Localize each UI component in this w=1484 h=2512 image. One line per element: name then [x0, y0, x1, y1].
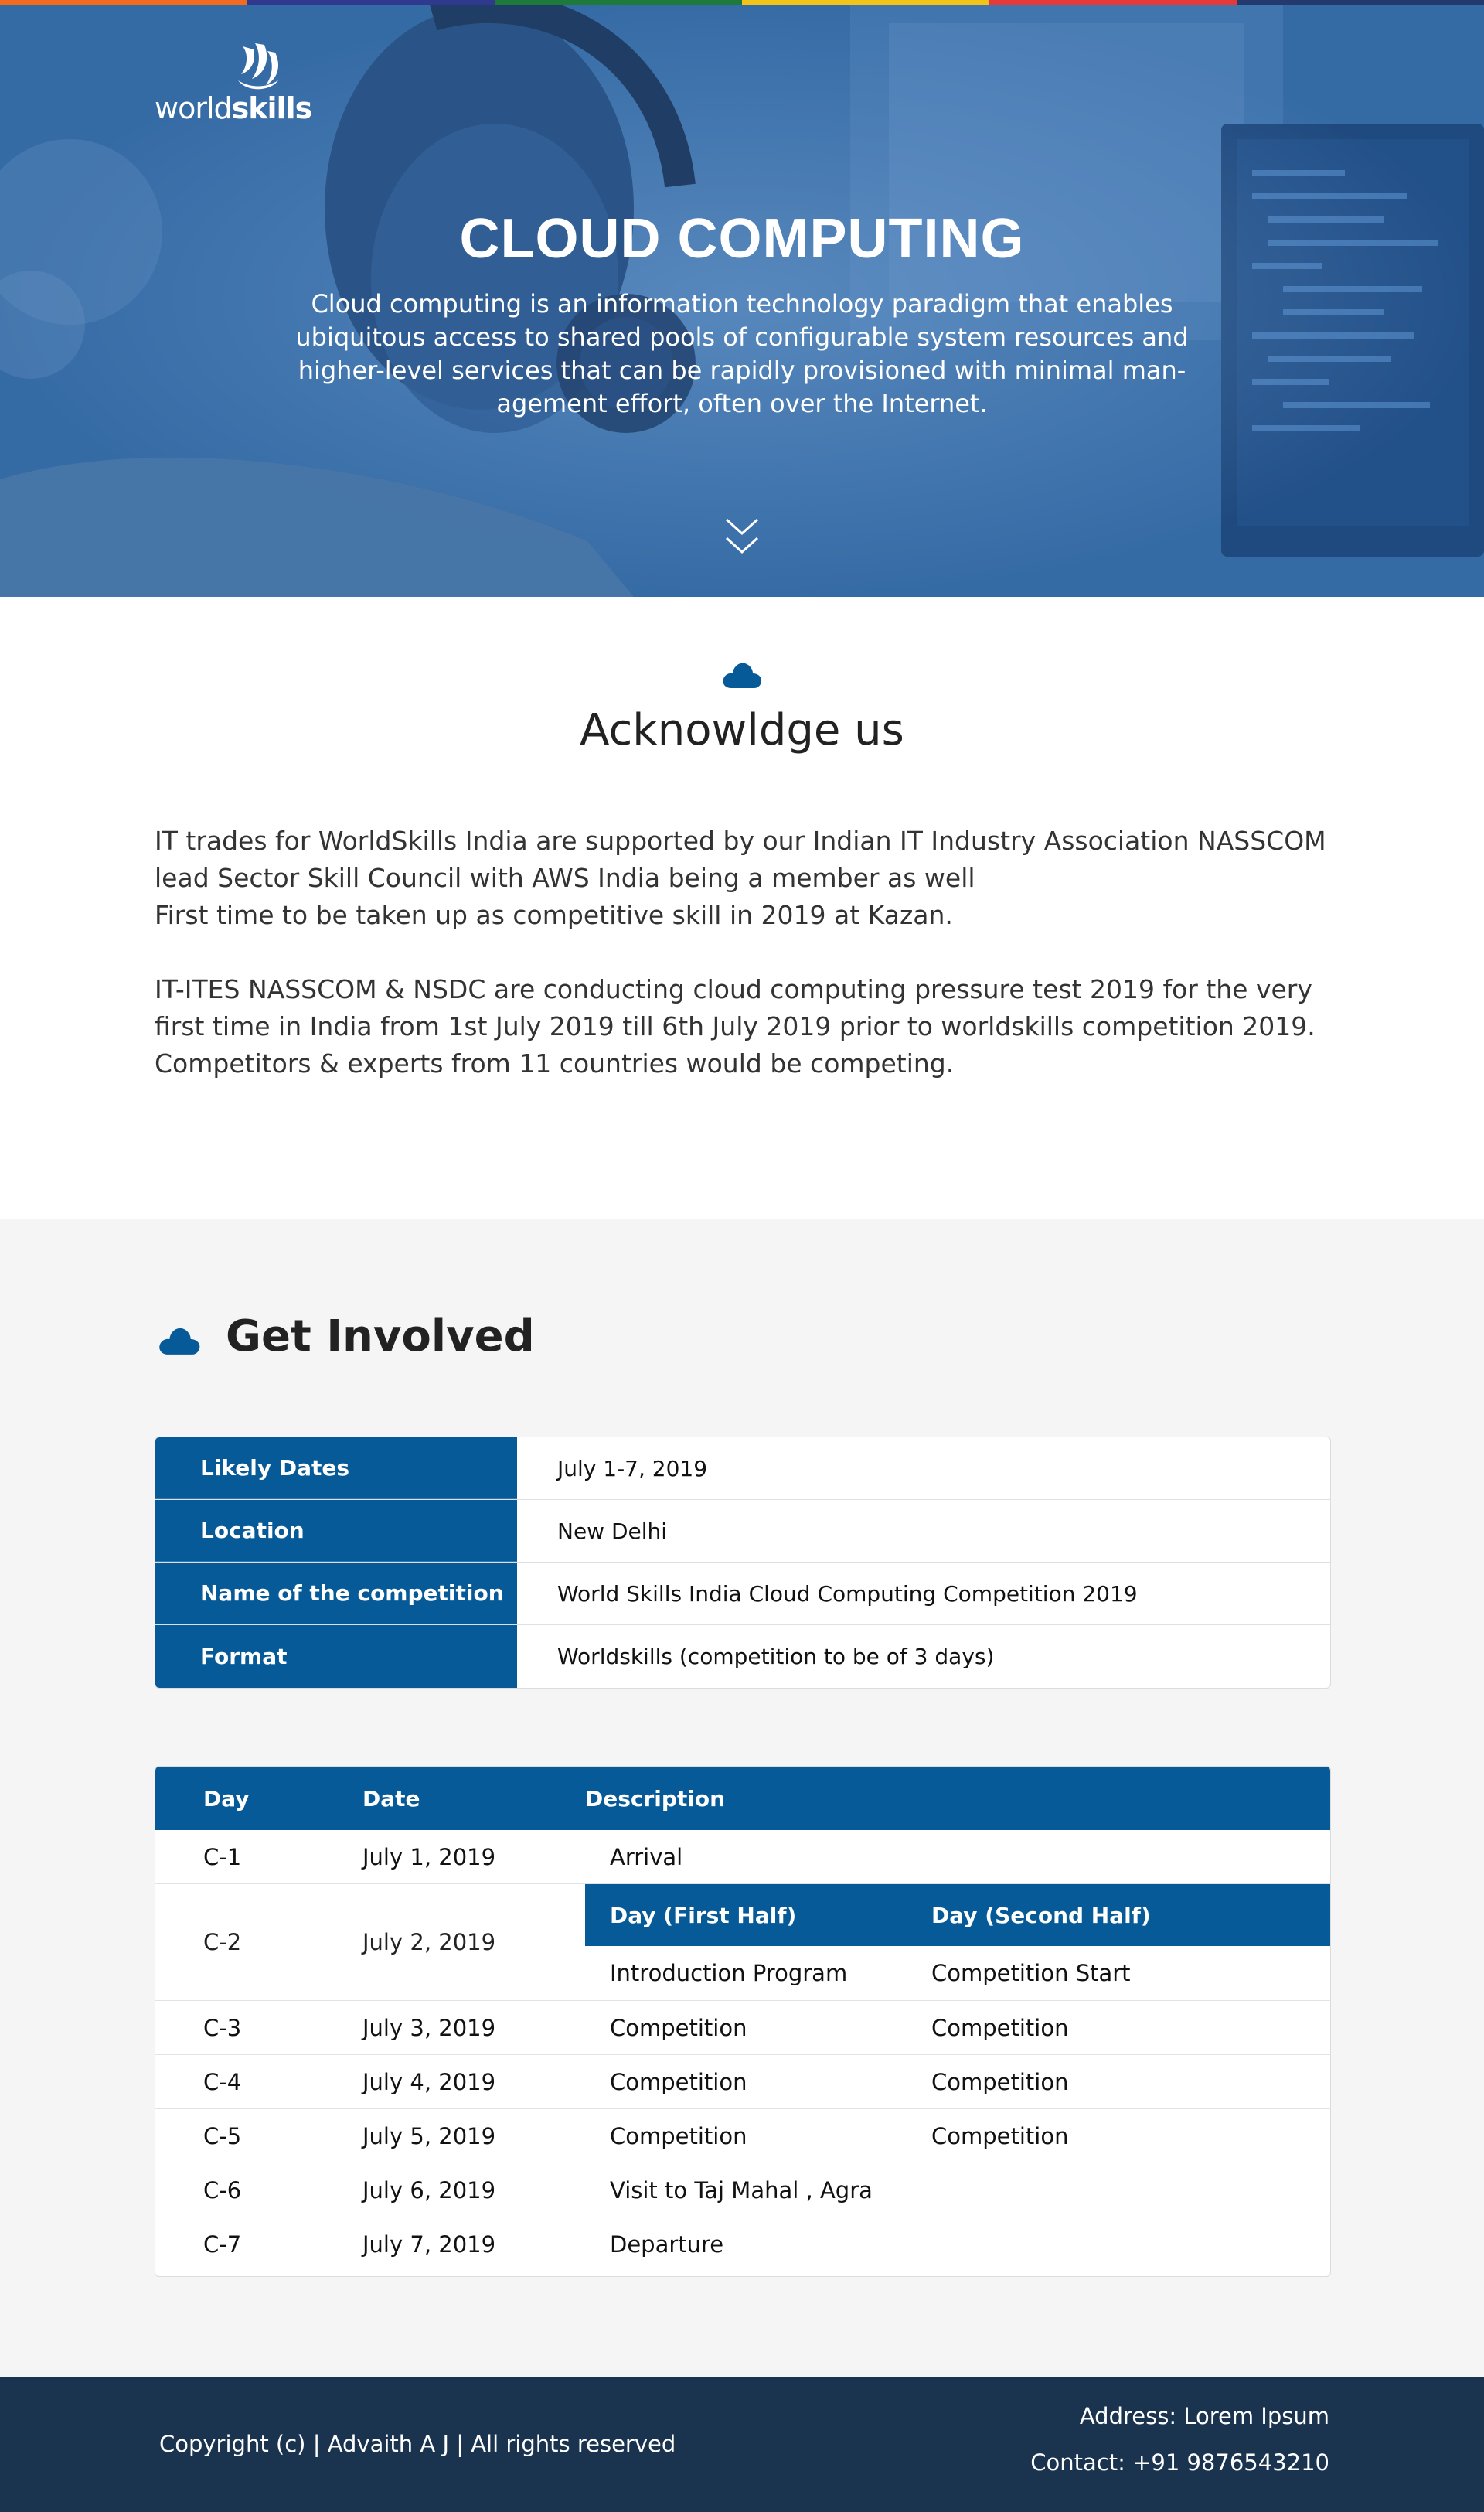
footer-copyright: Copyright (c) | Advaith A J | All rights…	[159, 2431, 676, 2457]
cell-day: C-4	[203, 2068, 242, 2095]
cell-day: C-3	[203, 2014, 242, 2041]
hero-description: Cloud computing is an information techno…	[294, 288, 1190, 421]
schedule-header: Day Date Description	[155, 1767, 1330, 1830]
table-row: Format Worldskills (competition to be of…	[155, 1625, 1330, 1688]
color-strip	[0, 0, 1484, 5]
column-header-date: Date	[362, 1785, 420, 1812]
double-chevron-down-icon[interactable]	[725, 516, 759, 558]
strip-red	[989, 0, 1237, 5]
footer-address: Address: Lorem Ipsum	[1079, 2403, 1329, 2429]
cell-date: July 6, 2019	[362, 2176, 496, 2204]
footer-contact: Contact: +91 9876543210	[1030, 2449, 1329, 2476]
cell-second-half: Competition	[931, 2068, 1069, 2095]
cell-date: July 2, 2019	[362, 1929, 496, 1955]
text-line: IT trades for WorldSkills India are supp…	[155, 826, 1326, 856]
cell-day: C-7	[203, 2231, 242, 2258]
info-value: Worldskills (competition to be of 3 days…	[557, 1644, 995, 1669]
info-key: Name of the competition	[155, 1563, 517, 1624]
cell-description: Visit to Taj Mahal , Agra	[610, 2176, 873, 2204]
cell-first-half: Competition	[610, 2068, 747, 2095]
cell-day: C-6	[203, 2176, 242, 2204]
column-header-day: Day	[203, 1785, 250, 1812]
cell-date: July 4, 2019	[362, 2068, 496, 2095]
column-header-second-half: Day (Second Half)	[931, 1902, 1151, 1928]
get-involved-title: Get Involved	[226, 1311, 535, 1362]
cloud-icon	[723, 663, 762, 688]
info-key: Likely Dates	[155, 1437, 517, 1499]
cell-date: July 7, 2019	[362, 2231, 496, 2258]
logo-wordmark: worldskills	[155, 91, 312, 125]
table-row: C-1 July 1, 2019 Arrival	[155, 1830, 1330, 1884]
acknowledge-body: IT trades for WorldSkills India are supp…	[155, 823, 1329, 1120]
text-line: IT-ITES NASSCOM & NSDC are conducting cl…	[155, 974, 1312, 1004]
hero-banner: worldskills CLOUD COMPUTING Cloud comput…	[0, 0, 1484, 597]
competition-info-table: Likely Dates July 1-7, 2019 Location New…	[155, 1437, 1331, 1689]
info-value: World Skills India Cloud Computing Compe…	[557, 1580, 1138, 1607]
strip-green	[495, 0, 742, 5]
text-line: lead Sector Skill Council with AWS India…	[155, 863, 975, 893]
strip-orange	[0, 0, 247, 5]
column-header-description: Description	[585, 1785, 726, 1812]
schedule-table: Day Date Description C-1 July 1, 2019 Ar…	[155, 1766, 1331, 2277]
table-row: C-5 July 5, 2019 Competition Competition	[155, 2109, 1330, 2163]
hero-description-line: agement effort, often over the Internet.	[496, 389, 988, 418]
cell-date: July 1, 2019	[362, 1843, 496, 1870]
worldskills-logo[interactable]: worldskills	[155, 43, 312, 128]
table-row: Likely Dates July 1-7, 2019	[155, 1437, 1330, 1500]
acknowledge-paragraph: IT trades for WorldSkills India are supp…	[155, 823, 1329, 934]
info-value: New Delhi	[557, 1518, 668, 1544]
split-description: Day (First Half) Day (Second Half) Intro…	[585, 1884, 1330, 2000]
strip-yellow	[742, 0, 989, 5]
cloud-icon	[159, 1328, 200, 1355]
cell-first-half: Competition	[610, 2122, 747, 2149]
cell-first-half: Introduction Program	[610, 1960, 848, 1986]
cell-description: Departure	[610, 2231, 724, 2258]
cell-day: C-2	[203, 1929, 242, 1955]
hero-description-line: Cloud computing is an information techno…	[311, 289, 1173, 319]
hero-description-line: ubiquitous access to shared pools of con…	[295, 322, 1189, 352]
sub-row: Introduction Program Competition Start	[585, 1946, 1330, 2000]
cell-second-half: Competition	[931, 2122, 1069, 2149]
table-row: C-4 July 4, 2019 Competition Competition	[155, 2055, 1330, 2109]
worldskills-flame-icon	[238, 43, 278, 90]
cell-day: C-1	[203, 1843, 242, 1870]
text-line: Competitors & experts from 11 countries …	[155, 1048, 955, 1079]
table-row: Name of the competition World Skills Ind…	[155, 1563, 1330, 1625]
footer: Copyright (c) | Advaith A J | All rights…	[0, 2377, 1484, 2512]
cell-date: July 3, 2019	[362, 2014, 496, 2041]
cell-date: July 5, 2019	[362, 2122, 496, 2149]
cell-second-half: Competition	[931, 2014, 1069, 2041]
hero-title: CLOUD COMPUTING	[459, 208, 1025, 270]
strip-navy	[1237, 0, 1484, 5]
text-line: First time to be taken up as competitive…	[155, 900, 953, 930]
table-row: C-2 July 2, 2019 Day (First Half) Day (S…	[155, 1884, 1330, 2001]
info-key: Format	[155, 1625, 517, 1688]
text-line: first time in India from 1st July 2019 t…	[155, 1011, 1316, 1041]
cell-first-half: Competition	[610, 2014, 747, 2041]
hero-description-line: higher-level services that can be rapidl…	[298, 356, 1186, 385]
table-row: C-7 July 7, 2019 Departure	[155, 2217, 1330, 2272]
info-key: Location	[155, 1500, 517, 1562]
cell-day: C-5	[203, 2122, 242, 2149]
table-row: C-6 July 6, 2019 Visit to Taj Mahal , Ag…	[155, 2163, 1330, 2217]
sub-header: Day (First Half) Day (Second Half)	[585, 1884, 1330, 1946]
table-row: C-3 July 3, 2019 Competition Competition	[155, 2001, 1330, 2055]
acknowledge-paragraph: IT-ITES NASSCOM & NSDC are conducting cl…	[155, 971, 1329, 1082]
table-row: Location New Delhi	[155, 1500, 1330, 1563]
cell-description: Arrival	[610, 1843, 683, 1870]
column-header-first-half: Day (First Half)	[610, 1902, 797, 1928]
cell-second-half: Competition Start	[931, 1960, 1131, 1986]
strip-indigo	[247, 0, 495, 5]
acknowledge-title: Acknowldge us	[580, 705, 904, 755]
info-value: July 1-7, 2019	[557, 1455, 708, 1481]
